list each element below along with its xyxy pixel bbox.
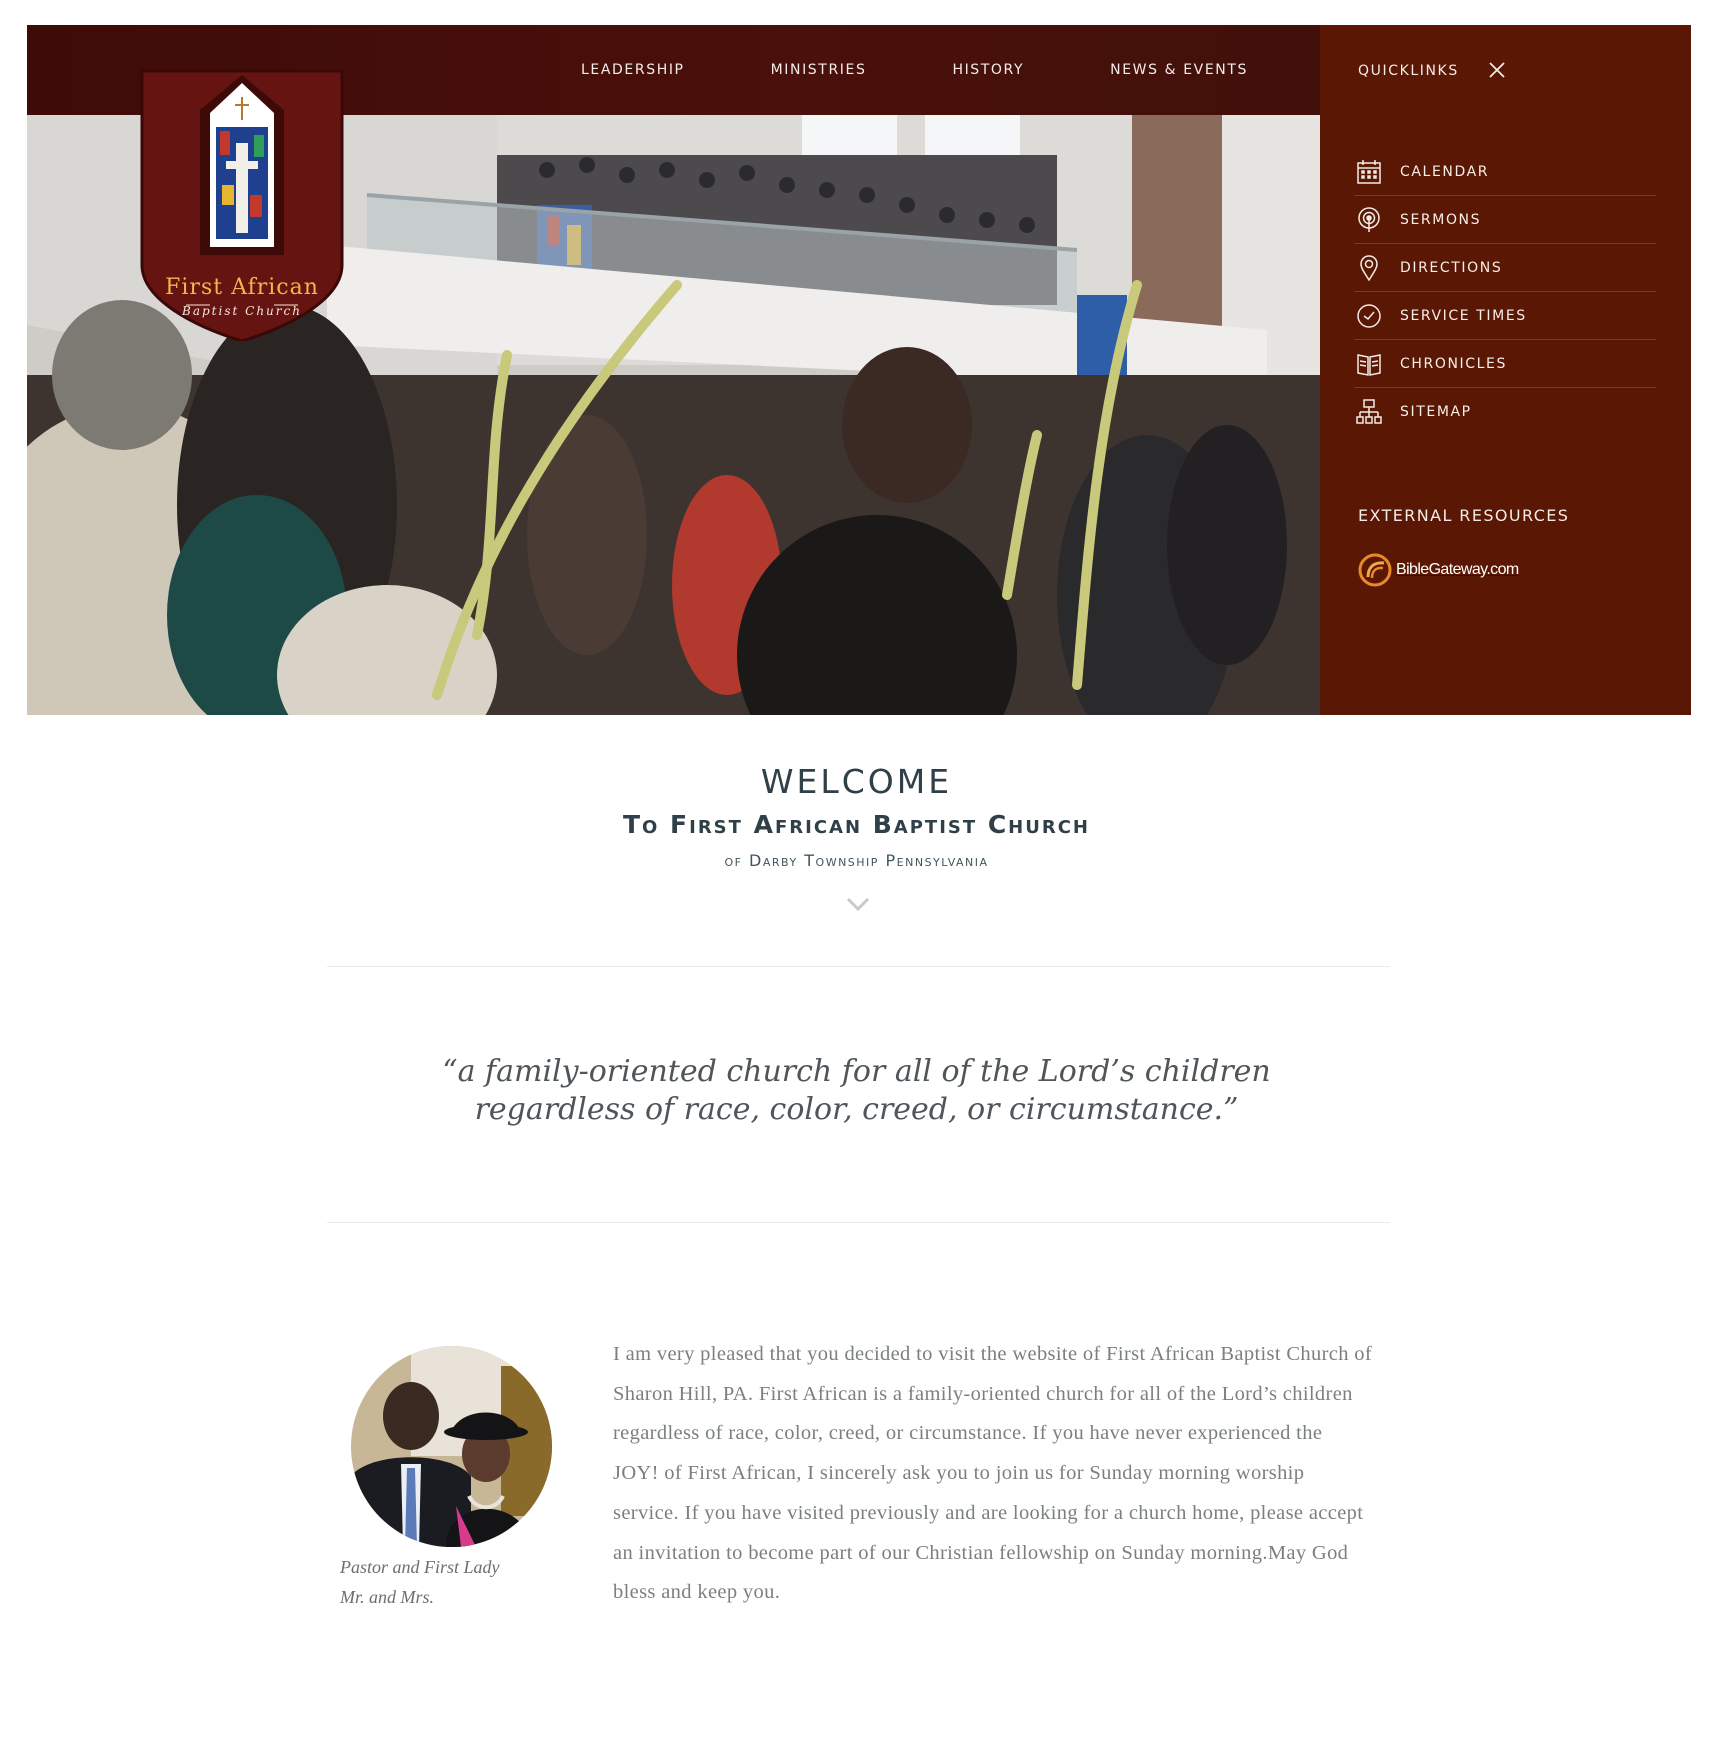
calendar-icon <box>1354 157 1384 187</box>
biblegateway-logo-icon <box>1358 553 1392 587</box>
mission-quote: “a family-oriented church for all of the… <box>0 1053 1713 1129</box>
quicklink-directions[interactable]: DIRECTIONS <box>1354 244 1656 292</box>
header-frame: LEADERSHIP MINISTRIES HISTORY NEWS & EVE… <box>27 25 1691 715</box>
logo-title: First African <box>165 275 319 300</box>
quicklink-label: CALENDAR <box>1400 163 1490 180</box>
quicklink-label: SERVICE TIMES <box>1400 307 1527 324</box>
welcome-title: WELCOME <box>760 762 953 801</box>
chevron-down-icon[interactable] <box>846 896 870 912</box>
quicklink-chronicles[interactable]: CHRONICLES <box>1354 340 1656 388</box>
book-icon <box>1354 349 1384 379</box>
divider <box>327 966 1390 967</box>
quicklinks-title: QUICKLINKS <box>1358 63 1459 79</box>
caption-line-1: Pastor and First Lady <box>340 1557 500 1577</box>
quicklink-sitemap[interactable]: SITEMAP <box>1354 388 1656 436</box>
quicklink-sermons[interactable]: SERMONS <box>1354 196 1656 244</box>
quicklink-label: CHRONICLES <box>1400 355 1507 372</box>
pastor-welcome-letter: I am very pleased that you decided to vi… <box>613 1343 1373 1604</box>
pastor-portrait <box>351 1346 552 1547</box>
divider <box>327 1222 1390 1223</box>
clock-icon <box>1354 301 1384 331</box>
biblegateway-link[interactable]: BibleGateway.com <box>1358 553 1519 587</box>
quote-line-2: regardless of race, color, creed, or cir… <box>474 1092 1239 1127</box>
church-logo[interactable]: First African Baptist Church <box>138 65 346 343</box>
nav-leadership[interactable]: LEADERSHIP <box>581 62 685 78</box>
main-nav: LEADERSHIP MINISTRIES HISTORY NEWS & EVE… <box>581 25 1248 115</box>
logo-subtitle: Baptist Church <box>182 304 302 318</box>
quicklink-label: SITEMAP <box>1400 404 1472 420</box>
close-icon[interactable] <box>1486 59 1508 81</box>
quicklink-calendar[interactable]: CALENDAR <box>1354 148 1656 196</box>
quicklink-service-times[interactable]: SERVICE TIMES <box>1354 292 1656 340</box>
external-resources-title: EXTERNAL RESOURCES <box>1358 506 1570 525</box>
quicklinks-panel: QUICKLINKS CALENDAR SERMONS DIRECTIONS S… <box>1320 25 1691 715</box>
quote-line-1: “a family-oriented church for all of the… <box>442 1054 1271 1089</box>
map-pin-icon <box>1354 253 1384 283</box>
quicklink-label: DIRECTIONS <box>1400 259 1503 276</box>
nav-history[interactable]: HISTORY <box>952 62 1024 78</box>
nav-ministries[interactable]: MINISTRIES <box>771 62 867 78</box>
quicklink-label: SERMONS <box>1400 211 1482 228</box>
podcast-icon <box>1354 205 1384 235</box>
sitemap-icon <box>1354 397 1384 427</box>
biblegateway-text: BibleGateway.com <box>1396 561 1519 578</box>
pastor-caption: Pastor and First Lady Mr. and Mrs. <box>340 1552 570 1612</box>
nav-news-events[interactable]: NEWS & EVENTS <box>1110 62 1248 78</box>
welcome-subtitle: To First African Baptist Church <box>622 810 1090 839</box>
quicklinks-list: CALENDAR SERMONS DIRECTIONS SERVICE TIME… <box>1354 148 1656 436</box>
caption-line-2: Mr. and Mrs. <box>340 1587 435 1607</box>
welcome-location: of Darby Township Pennsylvania <box>724 851 989 870</box>
